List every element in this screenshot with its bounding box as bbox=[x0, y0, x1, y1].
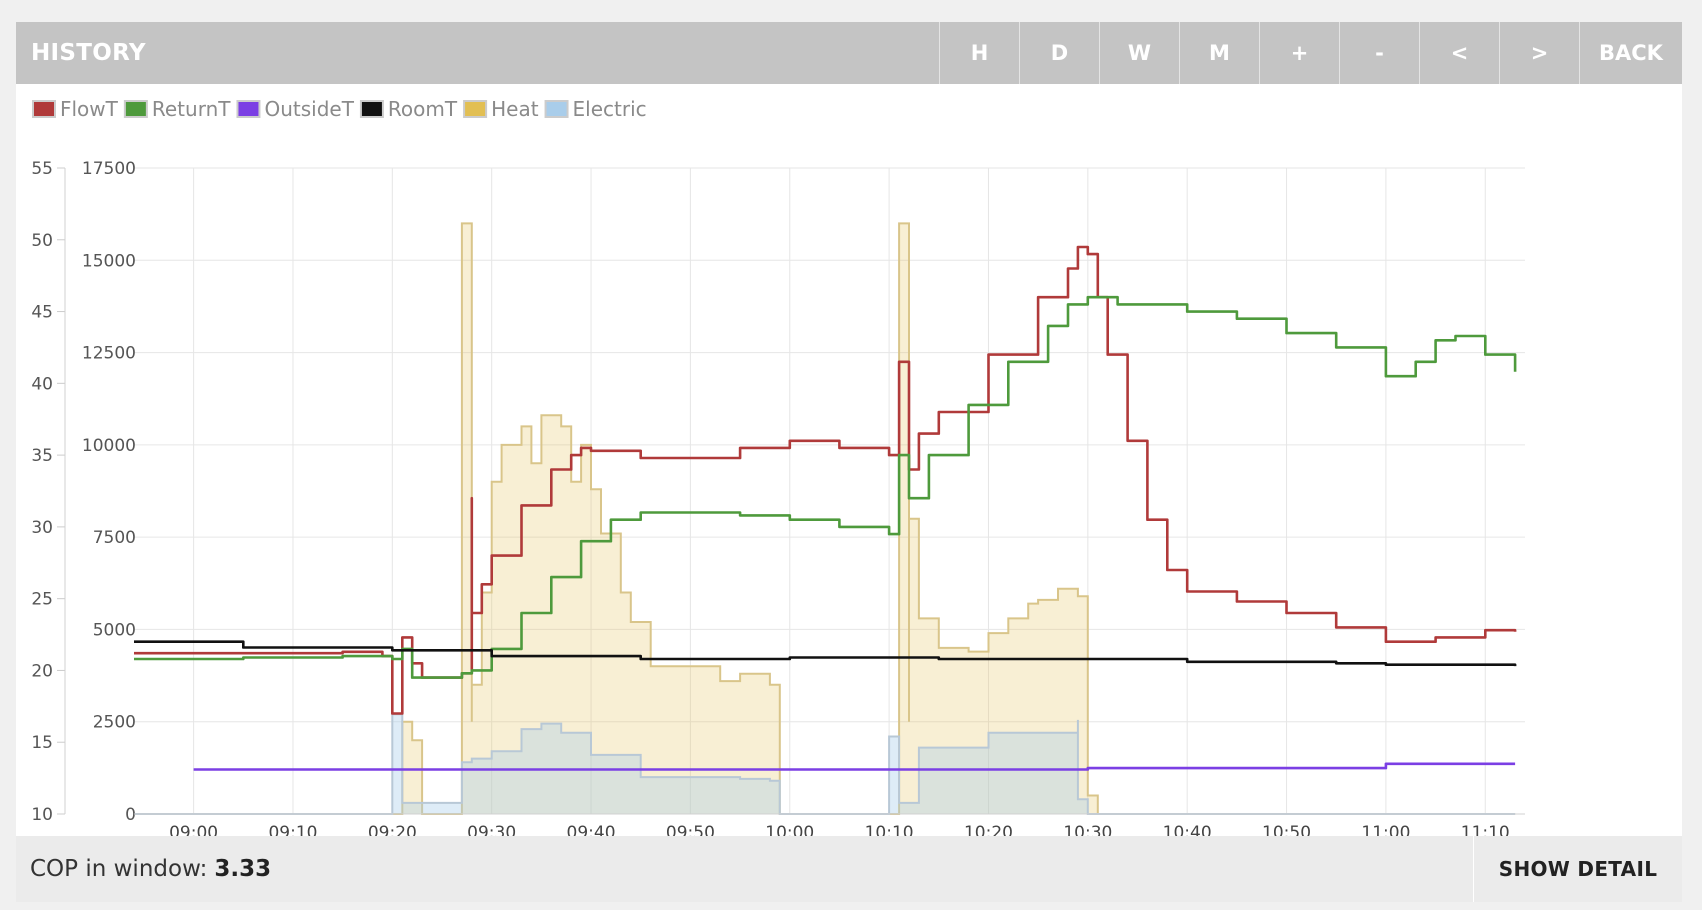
legend-label: RoomT bbox=[388, 97, 458, 121]
x-tick-label: 11:00 bbox=[1361, 823, 1410, 836]
legend-swatch bbox=[236, 100, 261, 118]
y-left-tick-label: 55 bbox=[31, 159, 53, 179]
x-tick-label: 09:30 bbox=[467, 823, 516, 836]
x-tick-label: 09:50 bbox=[666, 823, 715, 836]
chart-grid bbox=[134, 167, 1525, 815]
x-tick-label: 09:10 bbox=[268, 823, 317, 836]
y-right-tick-label: 15000 bbox=[82, 251, 136, 271]
x-tick-label: 11:10 bbox=[1461, 823, 1510, 836]
x-tick-label: 10:10 bbox=[865, 823, 914, 836]
cop-value: 3.33 bbox=[214, 856, 272, 882]
pan-left-button[interactable]: < bbox=[1419, 22, 1499, 84]
legend-swatch bbox=[123, 100, 148, 118]
zoom-in-button[interactable]: + bbox=[1259, 22, 1339, 84]
legend-item-flowt[interactable]: FlowT bbox=[32, 97, 119, 121]
legend-label: FlowT bbox=[60, 97, 119, 121]
chart-legend[interactable]: FlowT ReturnT OutsideT RoomT Heat Electric bbox=[32, 97, 647, 121]
legend-label: ReturnT bbox=[152, 97, 231, 121]
returnt-series-line bbox=[134, 295, 1517, 679]
y-right-tick-label: 7500 bbox=[93, 528, 136, 548]
legend-swatch bbox=[463, 100, 488, 118]
y-right-tick-label: 12500 bbox=[82, 344, 136, 364]
x-tick-label: 09:40 bbox=[567, 823, 616, 836]
legend-item-electric[interactable]: Electric bbox=[544, 97, 647, 121]
y-left-tick-label: 45 bbox=[31, 303, 53, 323]
footer-bar: COP in window: 3.33 SHOW DETAIL bbox=[16, 836, 1682, 902]
cop-readout: COP in window: 3.33 bbox=[16, 836, 1473, 902]
day-button[interactable]: D bbox=[1019, 22, 1099, 84]
zoom-out-button[interactable]: - bbox=[1339, 22, 1419, 84]
page-title: HISTORY bbox=[31, 40, 146, 66]
show-detail-button[interactable]: SHOW DETAIL bbox=[1473, 836, 1682, 902]
legend-label: OutsideT bbox=[264, 97, 354, 121]
y-left-tick-label: 35 bbox=[31, 446, 53, 466]
y-right-tick-label: 2500 bbox=[93, 713, 136, 733]
y-right-tick-label: 17500 bbox=[82, 159, 136, 179]
header-bar: HISTORY H D W M + - < > BACK bbox=[16, 22, 1682, 84]
month-button[interactable]: M bbox=[1179, 22, 1259, 84]
y-right-tick-label: 10000 bbox=[82, 436, 136, 456]
cop-label: COP in window: bbox=[30, 856, 208, 882]
electric-area bbox=[134, 714, 1516, 814]
x-tick-label: 10:30 bbox=[1063, 823, 1112, 836]
x-tick-label: 10:00 bbox=[765, 823, 814, 836]
legend-label: Electric bbox=[573, 97, 647, 121]
legend-swatch bbox=[32, 100, 56, 118]
y-left-tick-label: 15 bbox=[31, 733, 53, 753]
y-left-tick-label: 30 bbox=[31, 518, 53, 538]
electric-series-line bbox=[134, 713, 1516, 815]
x-tick-label: 10:20 bbox=[964, 823, 1013, 836]
history-panel: HISTORY H D W M + - < > BACK 09:00 09:10 0… bbox=[16, 22, 1682, 902]
flowt-series-line bbox=[134, 245, 1517, 715]
x-tick-label: 09:20 bbox=[368, 823, 417, 836]
history-chart[interactable]: 09:00 09:10 09:20 09:30 09:40 09:50 10:00 10:10… bbox=[16, 84, 1682, 836]
y-left-tick-label: 40 bbox=[31, 374, 53, 394]
legend-item-outsidet[interactable]: OutsideT bbox=[236, 97, 355, 121]
x-tick-label: 10:40 bbox=[1163, 823, 1212, 836]
legend-item-roomt[interactable]: RoomT bbox=[359, 97, 458, 121]
week-button[interactable]: W bbox=[1099, 22, 1179, 84]
y-left-tick-label: 50 bbox=[31, 231, 53, 251]
y-left-tick-label: 25 bbox=[31, 590, 53, 610]
pan-right-button[interactable]: > bbox=[1499, 22, 1579, 84]
legend-item-returnt[interactable]: ReturnT bbox=[123, 97, 231, 121]
hour-button[interactable]: H bbox=[939, 22, 1019, 84]
x-tick-label: 09:00 bbox=[169, 823, 218, 836]
legend-label: Heat bbox=[491, 97, 539, 121]
x-tick-label: 10:50 bbox=[1262, 823, 1311, 836]
chart-lines bbox=[134, 245, 1517, 771]
legend-item-heat[interactable]: Heat bbox=[463, 97, 539, 121]
legend-swatch bbox=[544, 100, 569, 118]
y-left-tick-label: 20 bbox=[31, 661, 53, 681]
y-right-tick-label: 0 bbox=[125, 805, 136, 825]
legend-swatch bbox=[359, 100, 384, 118]
back-button[interactable]: BACK bbox=[1579, 22, 1682, 84]
y-right-tick-label: 5000 bbox=[93, 620, 136, 640]
y-left-tick-label: 10 bbox=[31, 805, 53, 825]
